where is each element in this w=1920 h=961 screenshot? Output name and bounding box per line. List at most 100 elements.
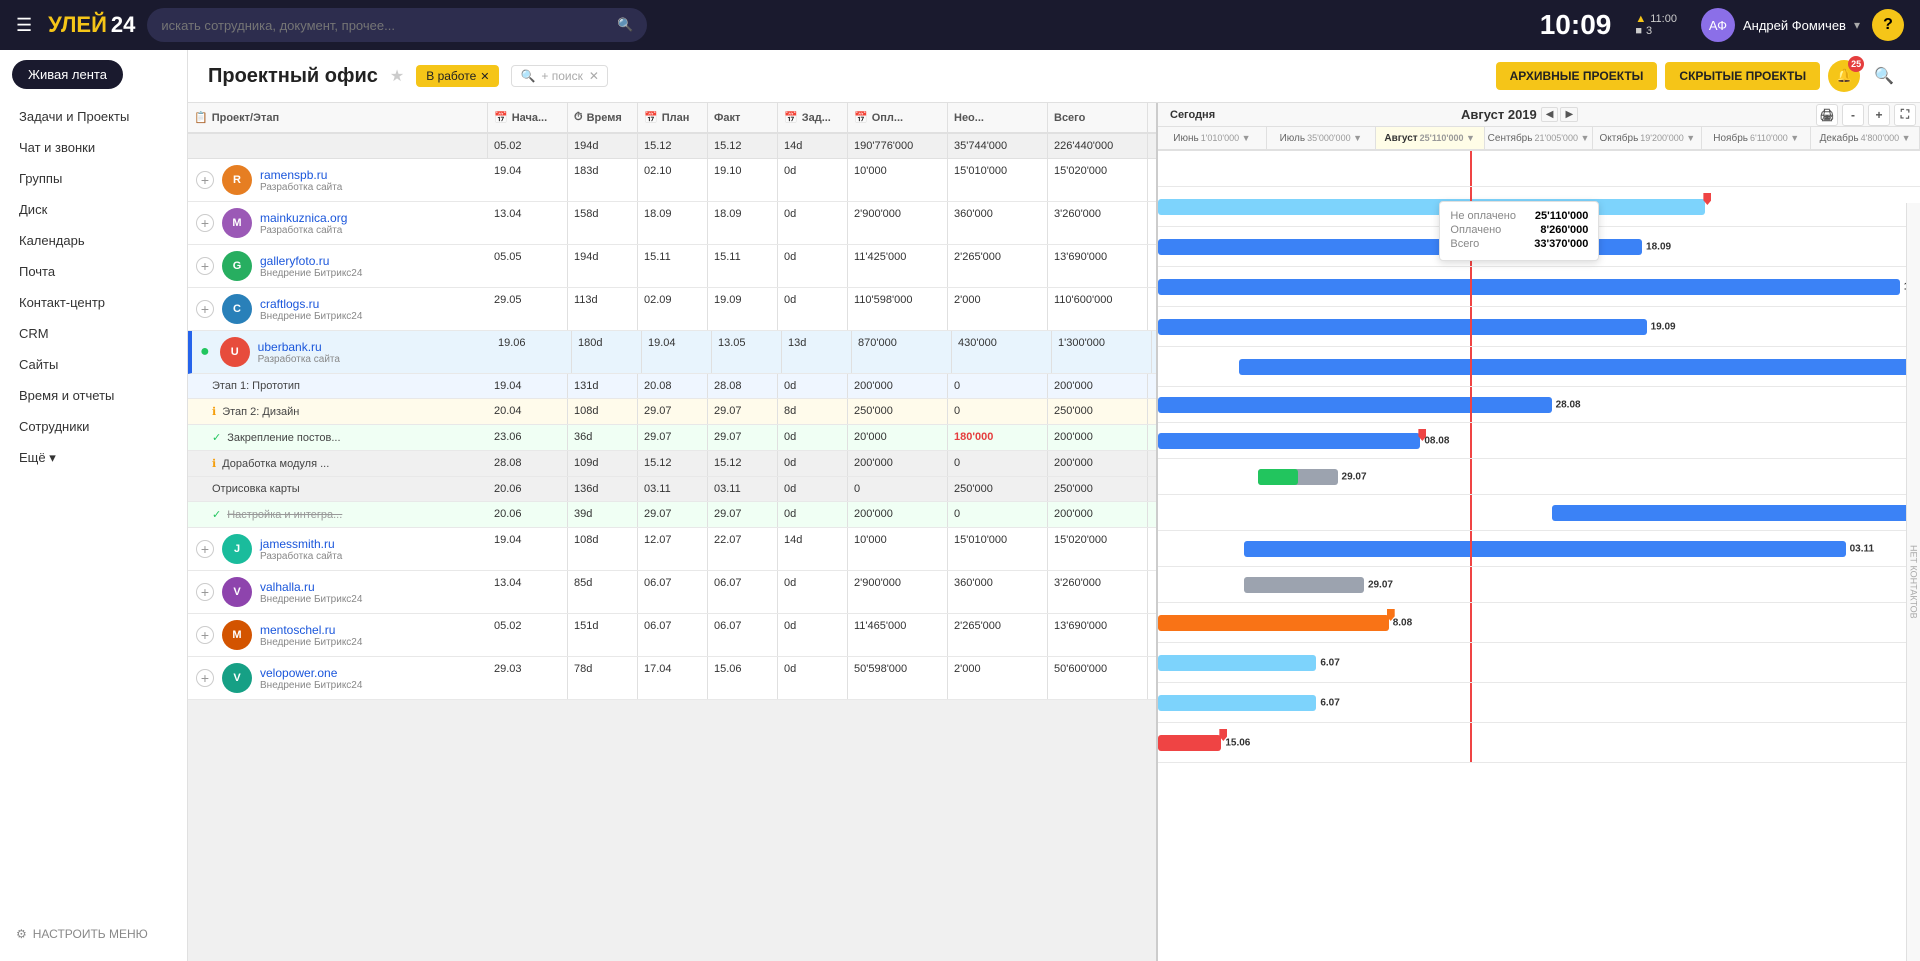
gantt-month-column[interactable]: Июль35'000'000 ▼ — [1267, 127, 1376, 149]
table-row[interactable]: + M mainkuznica.org Разработка сайта 13.… — [188, 202, 1156, 245]
sidebar-item-sites[interactable]: Сайты — [0, 349, 187, 380]
sidebar-item-groups[interactable]: Группы — [0, 163, 187, 194]
gantt-month-column[interactable]: Июнь1'010'000 ▼ — [1158, 127, 1267, 149]
top-notifications-badge[interactable]: 🔔 25 — [1828, 60, 1860, 92]
sidebar-item-contact-center[interactable]: Контакт-центр — [0, 287, 187, 318]
zoom-out-button[interactable]: + — [1868, 104, 1890, 126]
table-row[interactable]: + R ramenspb.ru Разработка сайта 19.04 1… — [188, 159, 1156, 202]
table-row[interactable]: + J jamessmith.ru Разработка сайта 19.04… — [188, 528, 1156, 571]
logo-number: 24 — [111, 12, 135, 38]
table-row[interactable]: + V velopower.one Внедрение Битрикс24 29… — [188, 657, 1156, 700]
table-row[interactable]: + G galleryfoto.ru Внедрение Битрикс24 0… — [188, 245, 1156, 288]
add-button[interactable]: + — [196, 669, 214, 687]
zoom-in-button[interactable]: - — [1842, 104, 1864, 126]
table-row[interactable]: ● U uberbank.ru Разработка сайта 19.06 1… — [188, 331, 1156, 374]
hidden-projects-button[interactable]: СКРЫТЫЕ ПРОЕКТЫ — [1665, 62, 1820, 90]
stage-row[interactable]: ℹ Доработка модуля ... 28.08 109d 15.12 … — [188, 451, 1156, 477]
sidebar-item-more[interactable]: Ещё ▾ — [0, 442, 187, 474]
sidebar-item-tasks[interactable]: Задачи и Проекты — [0, 101, 187, 132]
filter-tag-working[interactable]: В работе ✕ — [416, 65, 499, 87]
logo-text: УЛЕЙ — [48, 12, 107, 38]
add-button[interactable]: + — [196, 171, 214, 189]
gantt-bar[interactable] — [1158, 279, 1900, 295]
stage-row[interactable]: Отрисовка карты 20.06 136d 03.11 03.11 0… — [188, 477, 1156, 502]
gantt-bar[interactable] — [1158, 655, 1316, 671]
stage-tasks: 0d — [778, 477, 848, 501]
project-name-link[interactable]: jamessmith.ru — [260, 537, 342, 551]
table-row[interactable]: + C craftlogs.ru Внедрение Битрикс24 29.… — [188, 288, 1156, 331]
gantt-bar[interactable] — [1158, 433, 1420, 449]
search-filter-close-icon[interactable]: ✕ — [589, 69, 599, 83]
sidebar-item-time-reports[interactable]: Время и отчеты — [0, 380, 187, 411]
sidebar-settings[interactable]: ⚙ НАСТРОИТЬ МЕНЮ — [0, 917, 187, 951]
add-button[interactable]: + — [196, 300, 214, 318]
filter-close-icon[interactable]: ✕ — [480, 70, 489, 83]
gantt-month-column[interactable]: Октябрь19'200'000 ▼ — [1593, 127, 1702, 149]
project-name-link[interactable]: uberbank.ru — [258, 340, 340, 354]
gantt-bar[interactable] — [1244, 577, 1364, 593]
notification-item-2[interactable]: ■ 3 — [1635, 25, 1652, 37]
stage-name: Этап 2: Дизайн — [222, 406, 299, 418]
project-name-link[interactable]: valhalla.ru — [260, 580, 362, 594]
stage-row[interactable]: Этап 1: Прототип 19.04 131d 20.08 28.08 … — [188, 374, 1156, 399]
add-button[interactable]: + — [196, 257, 214, 275]
user-profile[interactable]: АФ Андрей Фомичев ▾ — [1701, 8, 1860, 42]
sidebar-live-feed-button[interactable]: Живая лента — [12, 60, 123, 89]
gantt-bar[interactable] — [1258, 469, 1298, 485]
sidebar-item-disk[interactable]: Диск — [0, 194, 187, 225]
sidebar-item-crm[interactable]: CRM — [0, 318, 187, 349]
help-button[interactable]: ? — [1872, 9, 1904, 41]
month-next-button[interactable]: ▶ — [1560, 107, 1578, 122]
gantt-body[interactable]: 18.0915.1119.0915.1228.0808.0829.0715.12… — [1158, 151, 1920, 961]
print-button[interactable]: 🖨 — [1816, 104, 1838, 126]
add-button[interactable]: + — [196, 583, 214, 601]
project-name-link[interactable]: velopower.one — [260, 666, 362, 680]
table-row[interactable]: + M mentoschel.ru Внедрение Битрикс24 05… — [188, 614, 1156, 657]
global-search[interactable]: 🔍 — [147, 8, 647, 42]
filter-search-bar[interactable]: 🔍 + поиск ✕ — [511, 65, 607, 87]
add-button[interactable]: + — [196, 214, 214, 232]
app-logo: УЛЕЙ 24 — [48, 12, 135, 38]
add-button[interactable]: + — [196, 626, 214, 644]
favorite-star-icon[interactable]: ★ — [390, 66, 404, 86]
gantt-month-column[interactable]: Сентябрь21'005'000 ▼ — [1485, 127, 1594, 149]
stage-row[interactable]: ℹ Этап 2: Дизайн 20.04 108d 29.07 29.07 … — [188, 399, 1156, 425]
project-name-link[interactable]: craftlogs.ru — [260, 297, 362, 311]
hamburger-icon[interactable]: ☰ — [16, 15, 32, 36]
gantt-bar[interactable] — [1158, 319, 1647, 335]
project-name-link[interactable]: galleryfoto.ru — [260, 254, 362, 268]
fullscreen-button[interactable]: ⛶ — [1894, 104, 1916, 126]
active-indicator: ● — [200, 343, 210, 361]
gantt-bar[interactable] — [1239, 359, 1920, 375]
stage-row[interactable]: ✓ Закрепление постов... 23.06 36d 29.07 … — [188, 425, 1156, 451]
gantt-bar[interactable] — [1158, 695, 1316, 711]
gantt-bar[interactable] — [1158, 735, 1221, 751]
project-name-link[interactable]: ramenspb.ru — [260, 168, 342, 182]
stage-row[interactable]: ✓ Настройка и интегра... 20.06 39d 29.07… — [188, 502, 1156, 528]
add-button[interactable]: + — [196, 540, 214, 558]
table-row[interactable]: + V valhalla.ru Внедрение Битрикс24 13.0… — [188, 571, 1156, 614]
gantt-bar[interactable] — [1552, 505, 1920, 521]
month-navigation[interactable]: ◀ ▶ — [1541, 107, 1578, 122]
gantt-bar[interactable] — [1158, 397, 1552, 413]
sidebar-item-chat[interactable]: Чат и звонки — [0, 132, 187, 163]
page-search-icon[interactable]: 🔍 — [1868, 60, 1900, 92]
archive-projects-button[interactable]: АРХИВНЫЕ ПРОЕКТЫ — [1496, 62, 1658, 90]
global-search-input[interactable] — [161, 18, 617, 33]
sidebar-item-calendar[interactable]: Календарь — [0, 225, 187, 256]
project-name-link[interactable]: mainkuznica.org — [260, 211, 347, 225]
project-name-link[interactable]: mentoschel.ru — [260, 623, 362, 637]
sidebar-item-employees[interactable]: Сотрудники — [0, 411, 187, 442]
month-prev-button[interactable]: ◀ — [1541, 107, 1559, 122]
stage-extra — [1148, 451, 1158, 476]
sidebar-item-mail[interactable]: Почта — [0, 256, 187, 287]
gantt-month-column[interactable]: Декабрь4'800'000 ▼ — [1811, 127, 1920, 149]
gantt-month-column[interactable]: Август25'110'000 ▼ — [1376, 127, 1485, 149]
gantt-bar[interactable] — [1244, 541, 1846, 557]
gantt-month-column[interactable]: Ноябрь6'110'000 ▼ — [1702, 127, 1811, 149]
gantt-tooltip: Не оплачено 25'110'000 Оплачено 8'260'00… — [1439, 201, 1599, 261]
notification-item-1[interactable]: ▲ 11:00 — [1635, 13, 1677, 25]
project-paid: 11'425'000 — [848, 245, 948, 287]
gantt-bar[interactable] — [1158, 199, 1705, 215]
gantt-bar[interactable] — [1158, 615, 1389, 631]
